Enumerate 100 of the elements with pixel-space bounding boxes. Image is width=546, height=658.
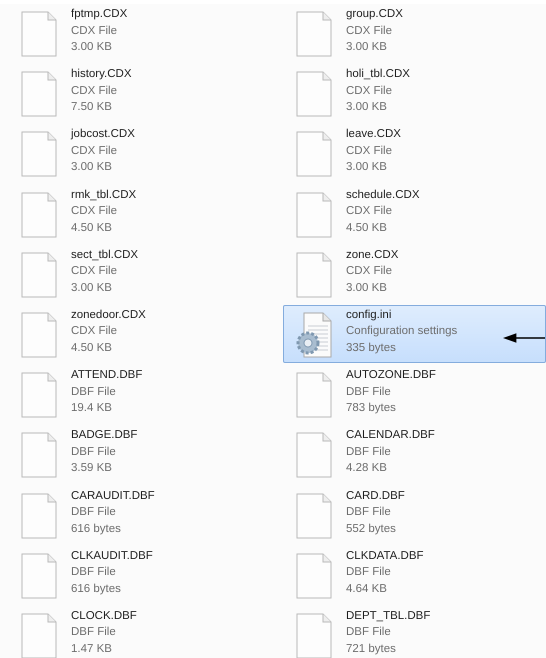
file-tile[interactable]: AUTOZONE.DBF DBF File 783 bytes bbox=[283, 365, 546, 424]
file-tile[interactable]: jobcost.CDX CDX File 3.00 KB bbox=[8, 124, 283, 182]
file-size: 3.00 KB bbox=[346, 280, 388, 296]
file-tile[interactable]: BADGE.DBF DBF File 3.59 KB bbox=[8, 425, 283, 484]
file-type: DBF File bbox=[346, 565, 392, 580]
file-type: DBF File bbox=[71, 565, 117, 580]
file-name: CARD.DBF bbox=[346, 488, 405, 504]
file-type: CDX File bbox=[346, 144, 394, 159]
file-name: CARAUDIT.DBF bbox=[71, 488, 155, 504]
file-tile[interactable]: holi_tbl.CDX CDX File 3.00 KB bbox=[283, 64, 546, 122]
file-type: CDX File bbox=[346, 264, 394, 280]
file-tile[interactable]: schedule.CDX CDX File 4.50 KB bbox=[283, 184, 546, 243]
file-name: holi_tbl.CDX bbox=[346, 67, 410, 82]
file-tile[interactable]: CALENDAR.DBF DBF File 4.28 KB bbox=[283, 425, 546, 484]
file-name: DEPT_TBL.DBF bbox=[346, 608, 430, 624]
file-size: 3.00 KB bbox=[346, 100, 388, 116]
file-size: 7.50 KB bbox=[71, 100, 113, 116]
file-name: rmk_tbl.CDX bbox=[71, 188, 136, 203]
file-size: 3.00 KB bbox=[71, 160, 113, 176]
file-tile[interactable]: CARAUDIT.DBF DBF File 616 bytes bbox=[8, 486, 283, 544]
file-type: CDX File bbox=[71, 264, 118, 280]
document-icon bbox=[21, 372, 57, 418]
file-size: 4.50 KB bbox=[346, 220, 388, 236]
file-name: fptmp.CDX bbox=[71, 7, 128, 22]
file-size: 3.00 KB bbox=[346, 160, 388, 176]
document-icon bbox=[296, 432, 332, 478]
file-tile[interactable]: group.CDX CDX File 3.00 KB bbox=[283, 4, 546, 62]
document-icon bbox=[296, 71, 332, 118]
document-icon bbox=[21, 11, 57, 57]
file-size: 3.00 KB bbox=[71, 280, 113, 296]
file-name: BADGE.DBF bbox=[71, 428, 138, 444]
document-icon bbox=[296, 492, 332, 538]
document-icon bbox=[21, 492, 57, 538]
file-type: CDX File bbox=[346, 84, 394, 99]
file-type: DBF File bbox=[346, 444, 392, 460]
file-tile[interactable]: CLOCK.DBF DBF File 1.47 KB bbox=[8, 606, 283, 658]
settings-file-icon bbox=[296, 312, 332, 358]
file-type: DBF File bbox=[346, 384, 392, 400]
file-tile[interactable]: zonedoor.CDX CDX File 4.50 KB bbox=[8, 304, 283, 363]
file-tile[interactable]: CARD.DBF DBF File 552 bytes bbox=[283, 486, 546, 544]
document-icon bbox=[21, 131, 57, 178]
file-name: AUTOZONE.DBF bbox=[346, 368, 436, 384]
file-tile[interactable]: zone.CDX CDX File 3.00 KB bbox=[283, 244, 546, 303]
file-size: 3.00 KB bbox=[346, 40, 388, 55]
file-type: Configuration settings bbox=[346, 324, 458, 340]
file-tile[interactable]: DEPT_TBL.DBF DBF File 721 bytes bbox=[283, 606, 546, 658]
file-type: CDX File bbox=[346, 204, 394, 220]
file-type: DBF File bbox=[346, 625, 392, 640]
file-size: 1.47 KB bbox=[71, 642, 113, 657]
file-size: 4.64 KB bbox=[346, 582, 388, 597]
document-icon bbox=[296, 11, 332, 57]
file-name: leave.CDX bbox=[346, 127, 401, 142]
file-type: DBF File bbox=[71, 444, 117, 460]
document-icon bbox=[296, 131, 332, 178]
file-tile[interactable]: fptmp.CDX CDX File 3.00 KB bbox=[8, 4, 283, 62]
file-tile[interactable]: CLKDATA.DBF DBF File 4.64 KB bbox=[283, 546, 546, 604]
file-size: 4.50 KB bbox=[71, 340, 113, 356]
file-tile[interactable]: sect_tbl.CDX CDX File 3.00 KB bbox=[8, 244, 283, 303]
file-size: 616 bytes bbox=[71, 522, 122, 536]
file-type: CDX File bbox=[71, 204, 118, 220]
file-name: zone.CDX bbox=[346, 248, 398, 263]
document-icon bbox=[21, 552, 57, 599]
file-tile[interactable]: CLKAUDIT.DBF DBF File 616 bytes bbox=[8, 546, 283, 604]
file-name: schedule.CDX bbox=[346, 188, 420, 203]
file-type: CDX File bbox=[71, 144, 118, 159]
file-type: CDX File bbox=[71, 84, 118, 99]
file-size: 3.59 KB bbox=[71, 461, 113, 476]
document-icon bbox=[21, 312, 57, 358]
selected-file-tile[interactable]: config.ini Configuration settings 335 bytes bbox=[283, 304, 546, 363]
file-size: 3.00 KB bbox=[71, 40, 113, 55]
file-name: CALENDAR.DBF bbox=[346, 428, 435, 444]
file-type: CDX File bbox=[71, 324, 118, 340]
document-icon bbox=[296, 192, 332, 238]
file-name: ATTEND.DBF bbox=[71, 368, 142, 384]
file-type: DBF File bbox=[71, 625, 117, 640]
document-icon bbox=[296, 252, 332, 298]
file-size: 616 bytes bbox=[71, 582, 122, 597]
file-name: sect_tbl.CDX bbox=[71, 248, 138, 263]
file-size: 4.28 KB bbox=[346, 461, 388, 476]
file-name: history.CDX bbox=[71, 67, 132, 82]
document-icon bbox=[21, 432, 57, 478]
file-name: zonedoor.CDX bbox=[71, 308, 146, 323]
file-tile[interactable]: leave.CDX CDX File 3.00 KB bbox=[283, 124, 546, 182]
file-size: 4.50 KB bbox=[71, 220, 113, 236]
file-tile[interactable]: rmk_tbl.CDX CDX File 4.50 KB bbox=[8, 184, 283, 243]
file-name: CLOCK.DBF bbox=[71, 608, 137, 624]
file-tile[interactable]: ATTEND.DBF DBF File 19.4 KB bbox=[8, 365, 283, 424]
document-icon bbox=[296, 372, 332, 418]
file-size: 721 bytes bbox=[346, 642, 397, 657]
document-icon bbox=[21, 252, 57, 298]
file-name: config.ini bbox=[346, 308, 392, 323]
document-icon bbox=[296, 552, 332, 599]
document-icon bbox=[21, 71, 57, 118]
file-size: 19.4 KB bbox=[71, 401, 113, 416]
file-type: DBF File bbox=[346, 505, 392, 520]
file-size: 335 bytes bbox=[346, 340, 397, 356]
file-size: 783 bytes bbox=[346, 401, 397, 416]
file-name: CLKAUDIT.DBF bbox=[71, 548, 153, 564]
file-name: group.CDX bbox=[346, 7, 403, 22]
file-tile[interactable]: history.CDX CDX File 7.50 KB bbox=[8, 64, 283, 122]
